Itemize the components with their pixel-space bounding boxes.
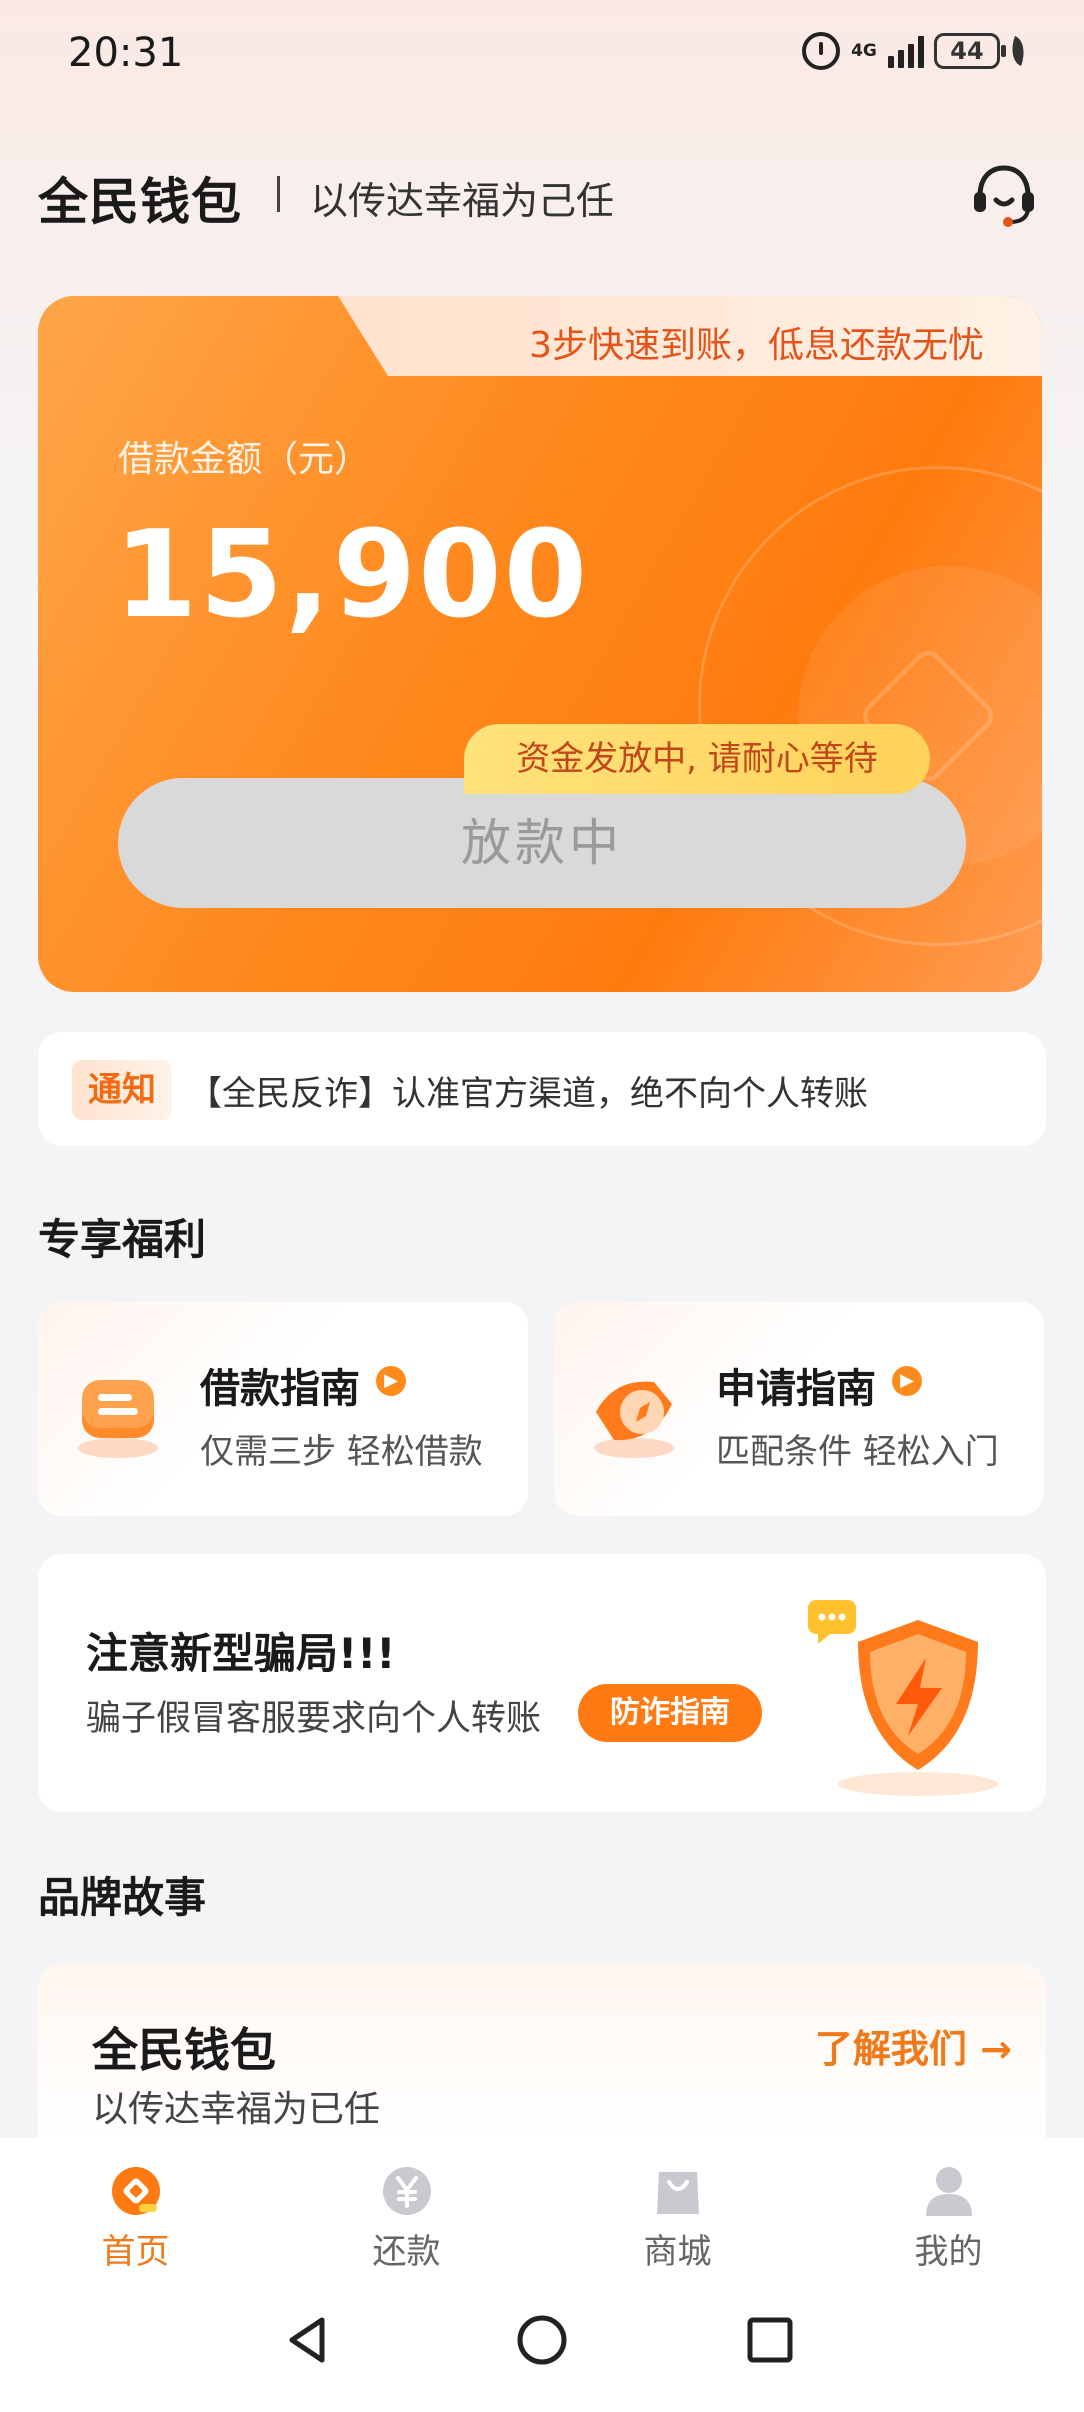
back-icon[interactable] bbox=[278, 2308, 342, 2372]
loan-card: 3步快速到账，低息还款无忧 借款金额（元） 15,900 放款中 资金发放中, … bbox=[38, 296, 1042, 992]
compass-icon bbox=[594, 1381, 674, 1458]
guide-title: 申请指南 bbox=[716, 1366, 876, 1412]
tab-label: 商城 bbox=[643, 2232, 712, 2272]
power-saving-icon bbox=[1006, 36, 1030, 66]
section-title-brand: 品牌故事 bbox=[38, 1873, 207, 1922]
home-circle-icon[interactable] bbox=[510, 2308, 574, 2372]
about-us-link[interactable]: 了解我们 → bbox=[815, 2018, 1012, 2073]
status-icons: 4G 44 bbox=[802, 32, 1030, 70]
amount-value: 15,900 bbox=[114, 506, 590, 645]
chevron-right-icon: ▶ bbox=[376, 1366, 406, 1396]
battery-icon: 44 bbox=[934, 33, 1006, 69]
customer-service-button[interactable] bbox=[968, 158, 1040, 230]
chevron-right-icon: ▶ bbox=[892, 1366, 922, 1396]
tab-repay[interactable]: 还款 bbox=[271, 2138, 542, 2272]
bottom-tab-bar: 首页 还款 商城 我的 bbox=[0, 2138, 1084, 2272]
amount-label: 借款金额（元） bbox=[118, 439, 371, 480]
shopping-bag-icon bbox=[657, 2172, 699, 2214]
section-title-benefits: 专享福利 bbox=[38, 1215, 207, 1264]
header-divider bbox=[277, 176, 280, 212]
app-header: 全民钱包 以传达幸福为己任 bbox=[0, 150, 1084, 240]
tab-mall[interactable]: 商城 bbox=[542, 2138, 813, 2272]
app-slogan: 以传达幸福为己任 bbox=[310, 179, 615, 223]
home-icon bbox=[112, 2167, 160, 2215]
shield-icon bbox=[808, 1600, 998, 1796]
headset-icon bbox=[974, 165, 1034, 227]
brand-title: 全民钱包 bbox=[92, 2023, 276, 2077]
fraud-title: 注意新型骗局!!! bbox=[86, 1629, 396, 1678]
tab-label: 首页 bbox=[101, 2232, 170, 2272]
guide-title: 借款指南 bbox=[200, 1366, 360, 1412]
anti-fraud-guide-button[interactable]: 防诈指南 bbox=[578, 1684, 762, 1742]
recent-apps-icon[interactable] bbox=[738, 2308, 802, 2372]
network-type: 4G bbox=[851, 40, 877, 61]
loan-guide-card[interactable]: 借款指南 ▶ 仅需三步 轻松借款 bbox=[38, 1302, 528, 1516]
card-banner: 3步快速到账，低息还款无忧 bbox=[338, 296, 1042, 376]
fraud-subtitle: 骗子假冒客服要求向个人转账 bbox=[86, 1699, 542, 1739]
status-tooltip: 资金发放中, 请耐心等待 bbox=[464, 724, 930, 794]
system-nav-bar bbox=[0, 2268, 1084, 2412]
tab-home[interactable]: 首页 bbox=[0, 2138, 271, 2272]
tab-mine[interactable]: 我的 bbox=[813, 2138, 1084, 2272]
notice-bar[interactable]: 通知 【全民反诈】认准官方渠道，绝不向个人转账 bbox=[38, 1032, 1046, 1146]
tab-label: 我的 bbox=[914, 2232, 983, 2272]
status-bar: 20:31 4G 44 bbox=[0, 0, 1084, 110]
disburse-status-button[interactable]: 放款中 bbox=[118, 778, 966, 908]
status-time: 20:31 bbox=[68, 30, 184, 76]
user-icon bbox=[926, 2167, 972, 2216]
banner-text: 3步快速到账，低息还款无忧 bbox=[529, 325, 984, 366]
anti-fraud-card: 注意新型骗局!!! 骗子假冒客服要求向个人转账 防诈指南 bbox=[38, 1554, 1046, 1812]
notice-text: 【全民反诈】认准官方渠道，绝不向个人转账 bbox=[188, 1074, 868, 1114]
alarm-icon bbox=[802, 32, 840, 70]
notice-tag: 通知 bbox=[72, 1060, 172, 1120]
apply-guide-card[interactable]: 申请指南 ▶ 匹配条件 轻松入门 bbox=[554, 1302, 1044, 1516]
loan-guide-icon bbox=[78, 1380, 158, 1458]
app-title: 全民钱包 bbox=[38, 173, 242, 231]
brand-subtitle: 以传达幸福为已任 bbox=[92, 2089, 381, 2130]
guide-subtitle: 匹配条件 轻松入门 bbox=[716, 1432, 999, 1472]
guide-subtitle: 仅需三步 轻松借款 bbox=[200, 1432, 483, 1472]
signal-icon bbox=[888, 34, 924, 68]
yen-icon bbox=[383, 2167, 431, 2215]
tab-label: 还款 bbox=[372, 2232, 441, 2272]
